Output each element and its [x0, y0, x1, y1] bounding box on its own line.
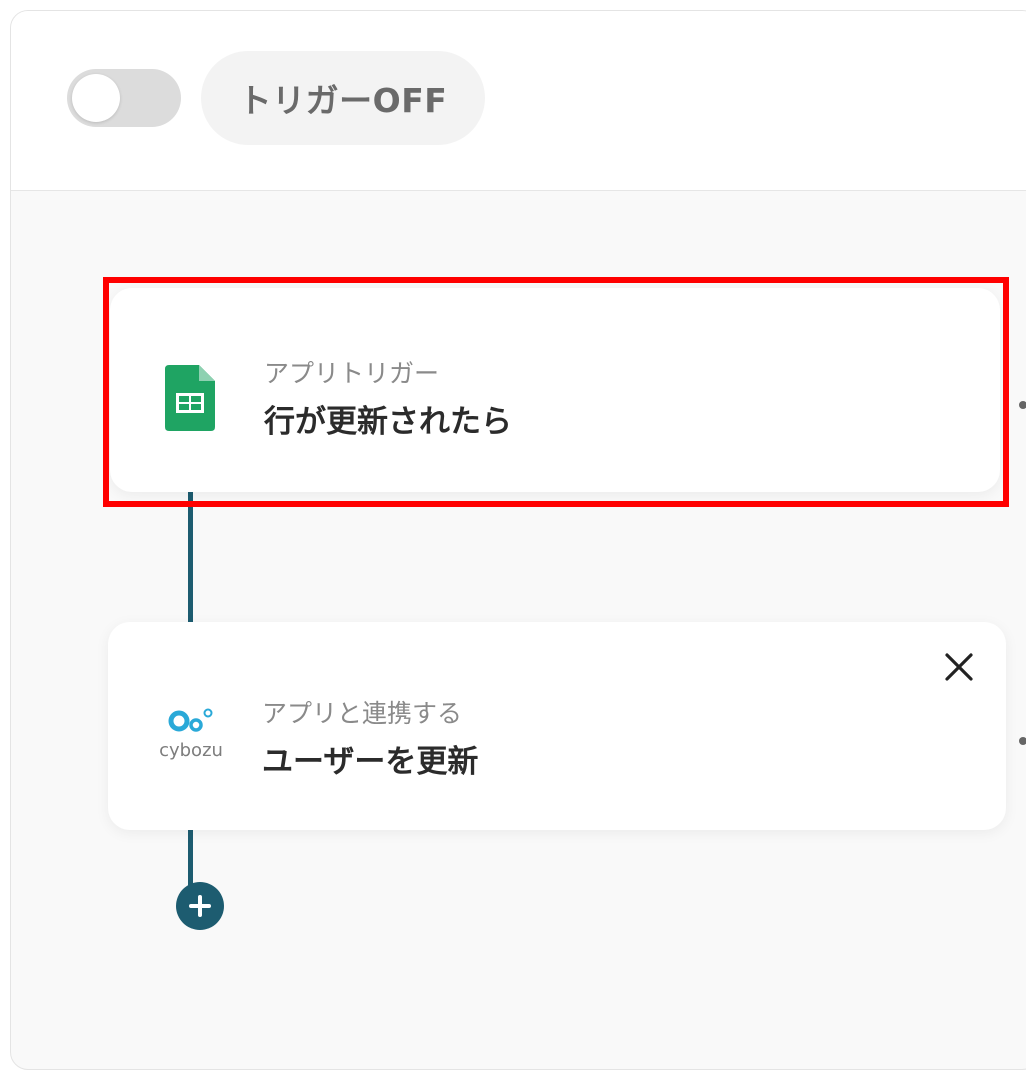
toggle-knob [72, 74, 120, 122]
trigger-header: トリガーOFF [11, 11, 1026, 191]
step-subtitle: アプリと連携する [262, 699, 463, 728]
flow-step-action-card[interactable]: cybozu アプリと連携する ユーザーを更新 [108, 622, 1006, 830]
trigger-status-label: トリガーOFF [238, 81, 448, 120]
flow-connector [188, 481, 193, 631]
google-sheets-icon [165, 365, 215, 431]
flow-connector [188, 821, 193, 891]
step-text: アプリと連携する ユーザーを更新 [262, 694, 478, 781]
add-step-button[interactable] [176, 882, 224, 930]
plus-icon [176, 882, 224, 934]
close-icon[interactable] [942, 650, 976, 684]
step-title: ユーザーを更新 [262, 744, 479, 780]
step-subtitle: アプリトリガー [264, 359, 440, 388]
step-text: アプリトリガー 行が更新されたら [264, 354, 512, 441]
drag-handle-dot [1019, 401, 1026, 409]
drag-handle-dot [1019, 737, 1026, 745]
trigger-status-badge: トリガーOFF [201, 51, 485, 145]
flow-editor-panel: トリガーOFF アプリトリガー 行が更新されたら cybozu アプリと連携する… [10, 10, 1026, 1070]
cybozu-icon: cybozu [158, 704, 224, 761]
flow-step-trigger-card[interactable]: アプリトリガー 行が更新されたら [110, 288, 1000, 492]
trigger-toggle[interactable] [67, 69, 181, 127]
step-title: 行が更新されたら [264, 404, 512, 440]
cybozu-wordmark: cybozu [159, 740, 223, 761]
